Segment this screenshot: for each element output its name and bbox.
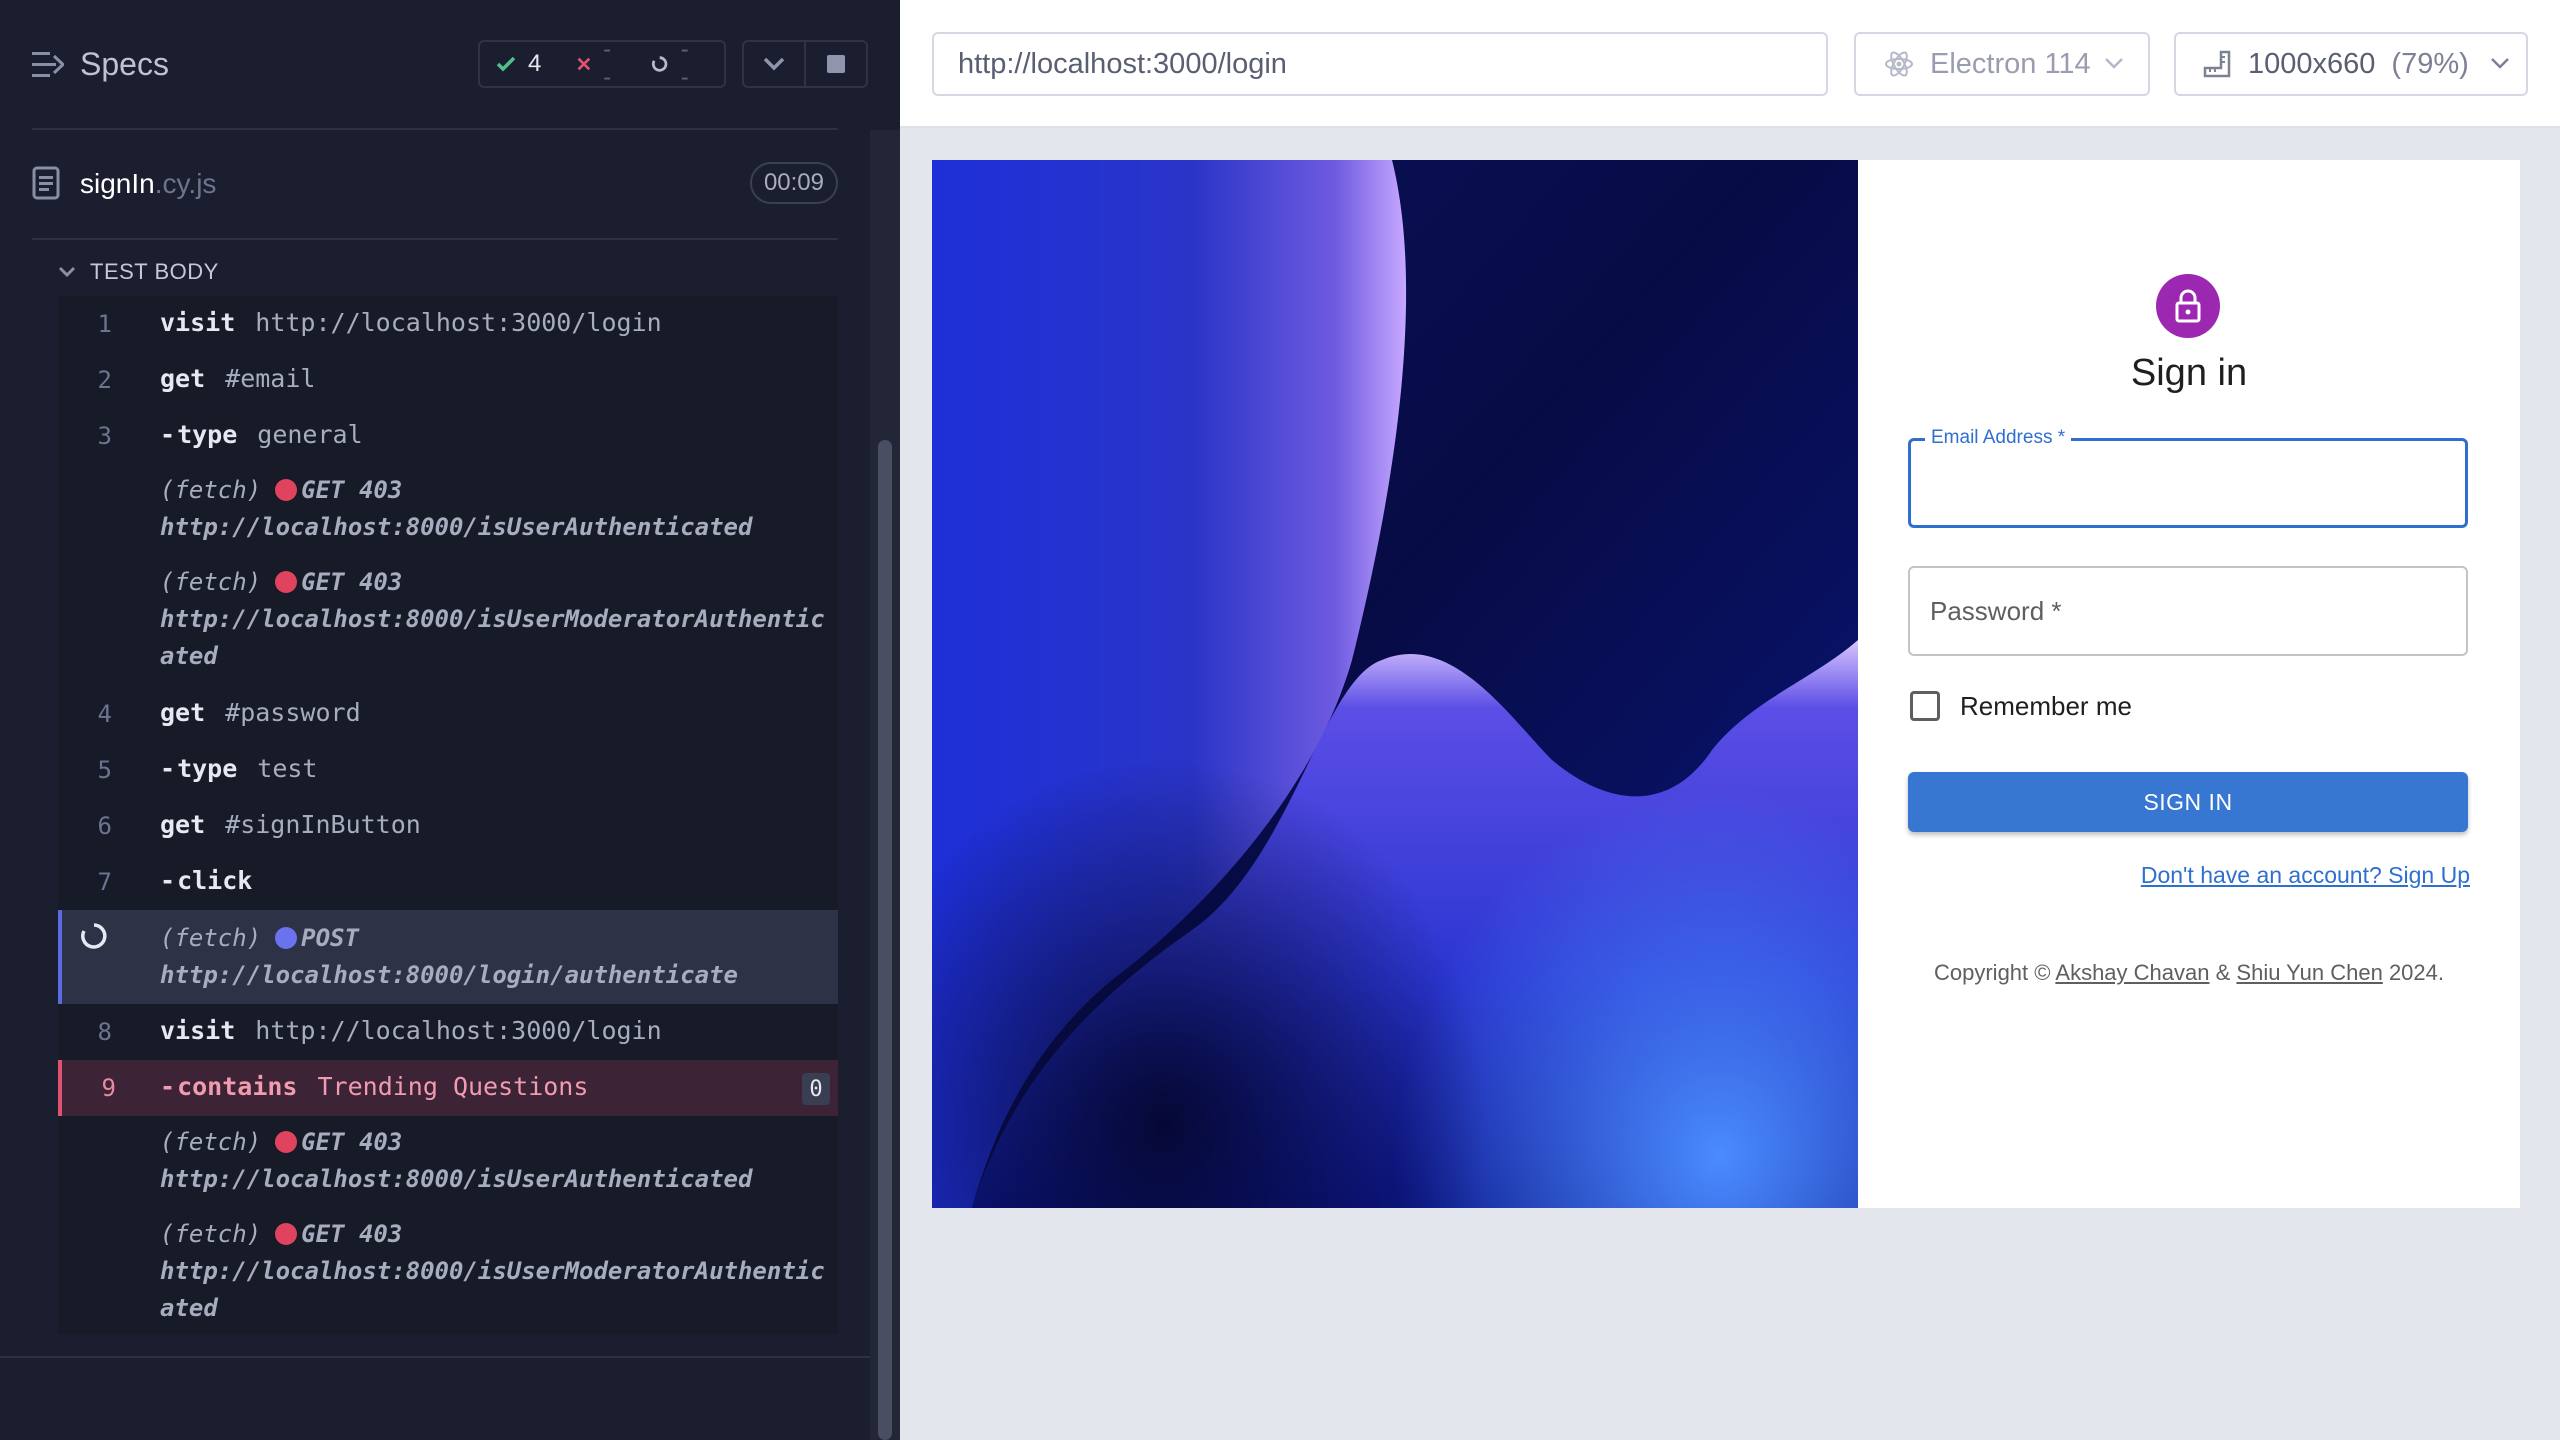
command-row[interactable]: 8 visit http://localhost:3000/login xyxy=(58,1004,838,1060)
command-row[interactable]: 3 -type general xyxy=(58,408,838,464)
failed-count: -- xyxy=(577,36,615,92)
chevron-down-icon xyxy=(763,57,785,71)
command-row[interactable]: 1 visit http://localhost:3000/login xyxy=(58,296,838,352)
browser-selector[interactable]: Electron 114 xyxy=(1854,32,2150,96)
viewport-selector[interactable]: 1000x660 (79%) xyxy=(2174,32,2528,96)
stop-icon xyxy=(827,55,845,73)
lock-icon xyxy=(2175,289,2201,323)
electron-icon xyxy=(1885,51,1913,77)
specs-list-icon[interactable] xyxy=(32,50,64,80)
document-icon xyxy=(32,166,60,200)
auto-scroll-toggle[interactable] xyxy=(742,40,806,88)
scrollbar-thumb[interactable] xyxy=(878,440,892,1440)
passed-count: 4 xyxy=(496,50,541,78)
pending-count: -- xyxy=(651,36,693,92)
command-row[interactable]: 4 get #password xyxy=(58,686,838,742)
spec-file-name[interactable]: signIn.cy.js xyxy=(80,168,216,200)
sign-in-button[interactable]: SIGN IN xyxy=(1908,772,2468,832)
divider xyxy=(32,238,838,240)
page-title: Sign in xyxy=(2130,352,2248,394)
error-status-dot xyxy=(275,1223,298,1245)
duration-badge: 00:09 xyxy=(749,162,838,204)
check-icon xyxy=(496,56,516,72)
command-row[interactable]: 7 -click xyxy=(58,854,838,910)
pending-fetch-row[interactable]: (fetch) POST http://localhost:8000/login/… xyxy=(58,910,838,1004)
remember-me-checkbox[interactable]: Remember me xyxy=(1908,686,2132,726)
chevron-down-icon xyxy=(2491,58,2509,69)
email-label: Email Address * xyxy=(1925,427,2072,449)
command-list: 1 visit http://localhost:3000/login 2 get… xyxy=(58,296,838,1334)
fetch-log-entry[interactable]: (fetch) GET 403 http://localhost:8000/isU… xyxy=(160,1216,825,1327)
checkbox[interactable] xyxy=(1910,691,1940,721)
sign-up-link[interactable]: Don't have an account? Sign Up xyxy=(2141,862,2470,889)
command-row[interactable]: 6 get #signInButton xyxy=(58,798,838,854)
failed-command-row[interactable]: 9 -contains Trending Questions 0 xyxy=(58,1060,838,1116)
error-status-dot xyxy=(275,479,298,501)
author-link[interactable]: Shiu Yun Chen xyxy=(2236,960,2382,985)
ruler-icon xyxy=(2203,50,2231,78)
app-under-test-frame: Sign in Email Address * Password * Remem… xyxy=(932,160,2520,1208)
element-count-badge: 0 xyxy=(802,1073,830,1105)
error-status-dot xyxy=(275,1131,298,1153)
x-icon xyxy=(577,57,591,71)
copyright: Copyright © Akshay Chavan & Shiu Yun Che… xyxy=(1934,960,2444,985)
fetch-log-entry: (fetch) POST http://localhost:8000/login/… xyxy=(160,924,738,989)
password-field[interactable]: Password * xyxy=(1908,566,2468,656)
fetch-log-entry[interactable]: (fetch) GET 403 http://localhost:8000/isU… xyxy=(160,472,752,546)
email-input[interactable] xyxy=(1925,465,2445,505)
stop-button[interactable] xyxy=(806,40,868,88)
command-row[interactable]: 2 get #email xyxy=(58,352,838,408)
command-log-panel: Specs 4 -- -- signIn.cy.js 00:09 TEST BO… xyxy=(0,0,900,1440)
remember-me-label: Remember me xyxy=(1960,690,2132,721)
error-status-dot xyxy=(275,571,298,593)
aut-toolbar: http://localhost:3000/login Electron 114… xyxy=(900,0,2560,128)
reporter-header: Specs 4 -- -- xyxy=(0,0,900,130)
test-body-toggle[interactable]: TEST BODY xyxy=(58,258,219,286)
command-row[interactable]: 5 -type test xyxy=(58,742,838,798)
spec-file-row: signIn.cy.js 00:09 xyxy=(32,160,838,206)
loading-spinner-icon xyxy=(81,923,107,949)
divider xyxy=(32,128,838,130)
command-log-scrollbar[interactable] xyxy=(870,130,900,1440)
pending-icon xyxy=(652,56,668,72)
test-stats: 4 -- -- xyxy=(478,36,726,91)
specs-title[interactable]: Specs xyxy=(80,46,169,83)
fetch-log-entry[interactable]: (fetch) GET 403 http://localhost:8000/isU… xyxy=(160,1124,752,1198)
author-link[interactable]: Akshay Chavan xyxy=(2055,960,2209,985)
chevron-down-icon xyxy=(2105,58,2123,69)
lock-avatar xyxy=(2156,274,2220,338)
email-field[interactable]: Email Address * xyxy=(1908,427,2468,528)
divider xyxy=(0,1356,900,1358)
fetch-log-entry[interactable]: (fetch) GET 403 http://localhost:8000/isU… xyxy=(160,564,825,675)
sign-in-form: Sign in Email Address * Password * Remem… xyxy=(1858,160,2520,1208)
hero-background-image xyxy=(932,160,1858,1208)
pending-status-dot xyxy=(275,927,298,949)
url-bar[interactable]: http://localhost:3000/login xyxy=(932,32,1828,96)
chevron-down-icon xyxy=(58,266,76,278)
password-label: Password * xyxy=(1930,596,2062,626)
